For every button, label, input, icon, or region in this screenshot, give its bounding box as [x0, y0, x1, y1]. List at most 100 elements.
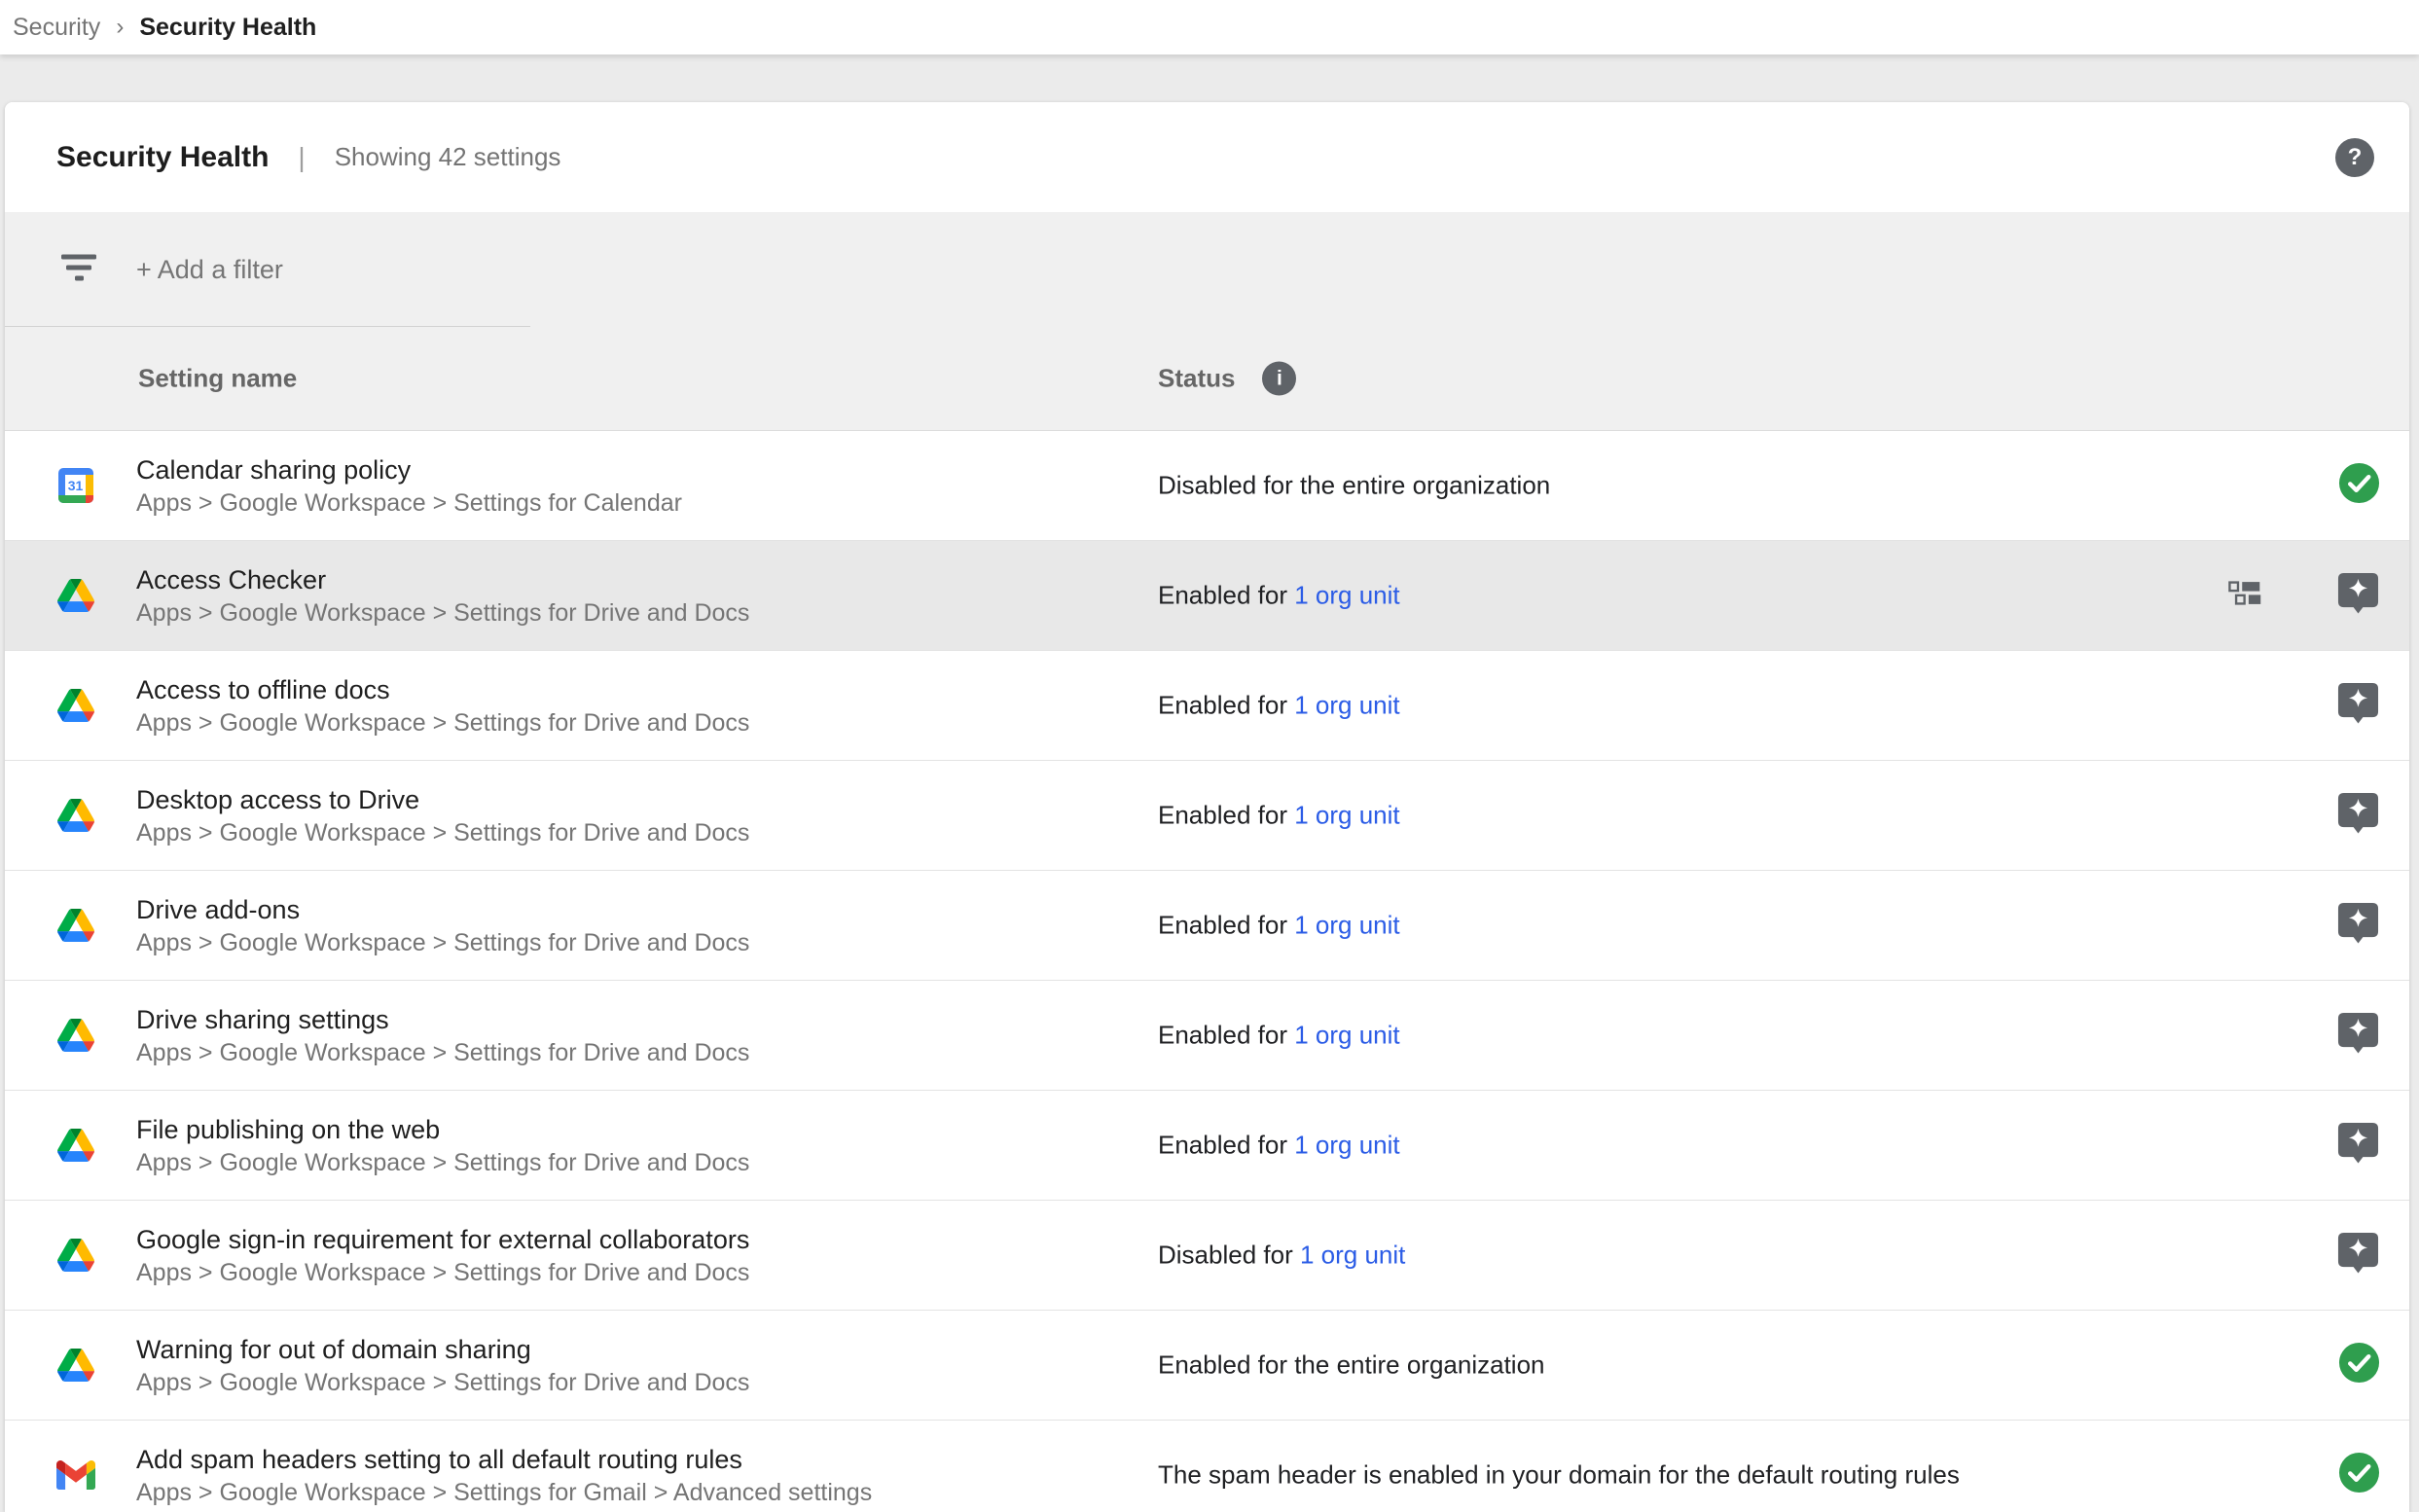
- table-row[interactable]: 31 Access to offline docs Apps > Google …: [5, 651, 2409, 761]
- recommendation-icon[interactable]: [2336, 681, 2380, 730]
- status-ok-icon: [2338, 462, 2380, 509]
- recommendation-icon[interactable]: [2336, 571, 2380, 620]
- setting-path: Apps > Google Workspace > Settings for C…: [136, 487, 682, 519]
- setting-name: Add spam headers setting to all default …: [136, 1442, 872, 1477]
- drive-icon: [57, 799, 94, 832]
- status-indicator: [2338, 1342, 2380, 1388]
- setting-text: Warning for out of domain sharing Apps >…: [136, 1332, 749, 1398]
- status-indicator: [2336, 1231, 2380, 1279]
- setting-path: Apps > Google Workspace > Settings for D…: [136, 817, 749, 848]
- setting-text: Drive sharing settings Apps > Google Wor…: [136, 1002, 749, 1068]
- org-unit-link[interactable]: 1 org unit: [1294, 691, 1399, 720]
- table-row[interactable]: 31 Desktop access to Drive Apps > Google…: [5, 761, 2409, 871]
- recommendation-icon[interactable]: [2336, 1011, 2380, 1060]
- org-unit-link[interactable]: 1 org unit: [1294, 1021, 1399, 1050]
- status-indicator: [2336, 681, 2380, 730]
- drive-icon: [57, 1019, 94, 1052]
- status-indicator: [2336, 1011, 2380, 1060]
- setting-name: Warning for out of domain sharing: [136, 1332, 749, 1367]
- product-icon: 31: [56, 686, 95, 725]
- table-header: Setting name Status i: [5, 327, 2409, 430]
- setting-text: Calendar sharing policy Apps > Google Wo…: [136, 452, 682, 519]
- setting-text: Access Checker Apps > Google Workspace >…: [136, 562, 749, 629]
- calendar-icon: 31: [58, 468, 93, 503]
- breadcrumb-security-link[interactable]: Security: [13, 14, 100, 42]
- org-unit-link[interactable]: 1 org unit: [1294, 581, 1399, 610]
- table-row[interactable]: 31 File publishing on the web Apps > Goo…: [5, 1091, 2409, 1201]
- product-icon: 31: [56, 796, 95, 835]
- setting-name: Drive sharing settings: [136, 1002, 749, 1037]
- drive-icon: [57, 1239, 94, 1272]
- help-icon[interactable]: ?: [2335, 138, 2374, 177]
- settings-count: Showing 42 settings: [335, 142, 561, 172]
- setting-text: Drive add-ons Apps > Google Workspace > …: [136, 892, 749, 958]
- page-title: Security Health: [56, 141, 269, 174]
- drive-icon: [57, 689, 94, 722]
- filter-bar: + Add a filter: [5, 212, 2409, 327]
- org-unit-link[interactable]: 1 org unit: [1294, 1131, 1399, 1160]
- product-icon: 31: [56, 906, 95, 945]
- table-row[interactable]: 31 Calendar sharing policy Apps > Google…: [5, 431, 2409, 541]
- recommendation-icon[interactable]: [2336, 901, 2380, 950]
- table-row[interactable]: 31 Add spam headers setting to all defau…: [5, 1421, 2409, 1512]
- recommendation-icon[interactable]: [2336, 1121, 2380, 1170]
- org-unit-link[interactable]: 1 org unit: [1294, 911, 1399, 940]
- org-units-icon[interactable]: [2228, 580, 2265, 612]
- column-setting-name: Setting name: [138, 364, 297, 394]
- svg-text:31: 31: [68, 478, 84, 493]
- product-icon: 31: [56, 576, 95, 615]
- setting-status: Enabled for 1 org unit: [1158, 691, 1400, 721]
- status-indicator: [2336, 901, 2380, 950]
- product-icon: 31: [56, 1126, 95, 1165]
- setting-name: File publishing on the web: [136, 1112, 749, 1147]
- recommendation-icon[interactable]: [2336, 1231, 2380, 1279]
- org-unit-link[interactable]: 1 org unit: [1300, 1241, 1405, 1270]
- setting-path: Apps > Google Workspace > Settings for D…: [136, 707, 749, 738]
- filter-icon[interactable]: [58, 253, 99, 287]
- setting-path: Apps > Google Workspace > Settings for D…: [136, 597, 749, 629]
- org-unit-link[interactable]: 1 org unit: [1294, 801, 1399, 830]
- setting-status: Enabled for 1 org unit: [1158, 911, 1400, 941]
- gmail-icon: [56, 1460, 95, 1490]
- setting-name: Access Checker: [136, 562, 749, 597]
- drive-icon: [57, 579, 94, 612]
- add-filter-button[interactable]: + Add a filter: [136, 255, 283, 285]
- status-text: Enabled for: [1158, 581, 1294, 610]
- table-row[interactable]: 31 Drive sharing settings Apps > Google …: [5, 981, 2409, 1091]
- setting-name: Access to offline docs: [136, 672, 749, 707]
- card-header: Security Health | Showing 42 settings ?: [5, 102, 2409, 212]
- setting-status: Enabled for 1 org unit: [1158, 1131, 1400, 1161]
- drive-icon: [57, 1129, 94, 1162]
- recommendation-icon[interactable]: [2336, 791, 2380, 840]
- table-row[interactable]: 31 Drive add-ons Apps > Google Workspace…: [5, 871, 2409, 981]
- breadcrumb-current-page: Security Health: [139, 14, 316, 42]
- table-row[interactable]: 31 Warning for out of domain sharing App…: [5, 1311, 2409, 1421]
- setting-text: Add spam headers setting to all default …: [136, 1442, 872, 1508]
- product-icon: 31: [56, 1236, 95, 1275]
- setting-status: Enabled for 1 org unit: [1158, 581, 1400, 611]
- setting-status: Enabled for 1 org unit: [1158, 1021, 1400, 1051]
- filter-and-header-zone: + Add a filter Setting name Status i: [5, 212, 2409, 431]
- setting-name: Google sign-in requirement for external …: [136, 1222, 749, 1257]
- setting-text: Access to offline docs Apps > Google Wor…: [136, 672, 749, 738]
- status-text: Enabled for: [1158, 691, 1294, 720]
- info-icon[interactable]: i: [1262, 362, 1296, 396]
- column-status: Status i: [1158, 362, 1296, 396]
- status-text: Enabled for: [1158, 911, 1294, 940]
- table-row[interactable]: 31 Access Checker Apps > Google Workspac…: [5, 541, 2409, 651]
- product-icon: 31: [56, 1346, 95, 1385]
- setting-text: Desktop access to Drive Apps > Google Wo…: [136, 782, 749, 848]
- status-ok-icon: [2338, 1452, 2380, 1498]
- setting-path: Apps > Google Workspace > Settings for G…: [136, 1477, 872, 1508]
- drive-icon: [57, 1349, 94, 1382]
- status-text: Enabled for: [1158, 1021, 1294, 1050]
- status-indicator: [2338, 1452, 2380, 1498]
- setting-name: Desktop access to Drive: [136, 782, 749, 817]
- settings-table-body: 31 Calendar sharing policy Apps > Google…: [5, 431, 2409, 1512]
- status-ok-icon: [2338, 1342, 2380, 1388]
- status-text: Enabled for the entire organization: [1158, 1350, 1545, 1380]
- product-icon: 31: [56, 1016, 95, 1055]
- setting-path: Apps > Google Workspace > Settings for D…: [136, 1257, 749, 1288]
- table-row[interactable]: 31 Google sign-in requirement for extern…: [5, 1201, 2409, 1311]
- security-health-card: Security Health | Showing 42 settings ? …: [5, 102, 2409, 1512]
